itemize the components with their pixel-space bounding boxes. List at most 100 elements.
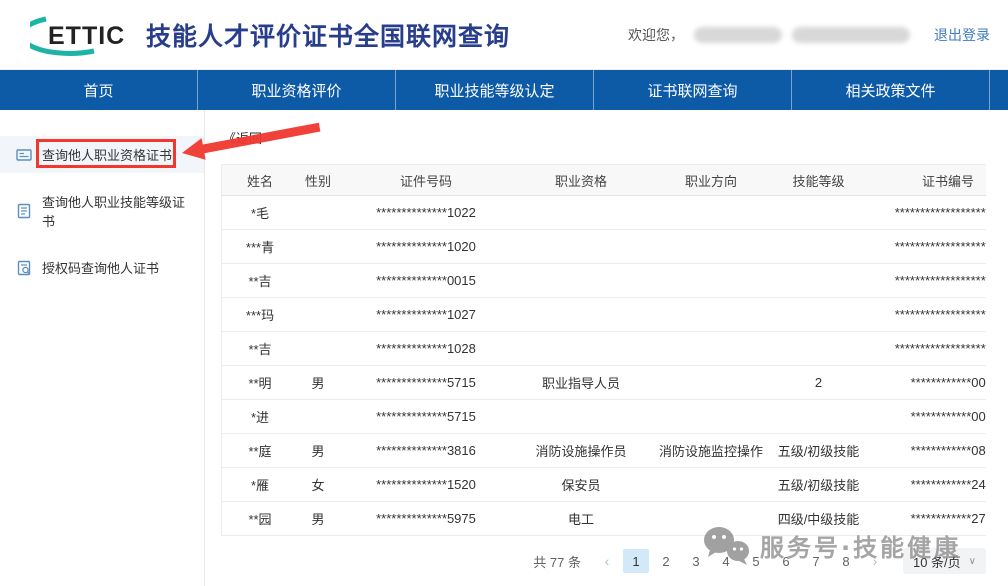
- cell-cert-number: ******************0: [895, 341, 986, 356]
- cell-name: **吉: [230, 271, 290, 290]
- page-button[interactable]: 4: [713, 549, 739, 573]
- table-row: **吉 **************0015 *****************…: [222, 264, 986, 298]
- sidebar-item-label: 查询他人职业资格证书: [42, 145, 172, 164]
- cell-name: *雁: [230, 475, 290, 494]
- cell-id-number: **************5715: [346, 375, 506, 390]
- sidebar-item-label: 查询他人职业技能等级证书: [42, 192, 194, 230]
- page-size-select[interactable]: 10 条/页 ∨: [903, 548, 986, 574]
- cell-name: ***青: [230, 237, 290, 256]
- cell-name: ***玛: [230, 305, 290, 324]
- certificate-doc-icon: [16, 203, 32, 219]
- page-button[interactable]: 5: [743, 549, 769, 573]
- cell-name: *毛: [230, 203, 290, 222]
- cell-gender: 女: [290, 475, 346, 494]
- nav-item[interactable]: 证书联网查询: [594, 70, 792, 110]
- cell-level: 五级/初级技能: [766, 475, 871, 494]
- chevron-down-icon: ∨: [969, 556, 976, 567]
- nav-item[interactable]: 职业资格评价: [198, 70, 396, 110]
- col-header-level: 技能等级: [766, 171, 871, 190]
- cell-qualification: 消防设施操作员: [506, 441, 656, 460]
- cell-name: **吉: [230, 339, 290, 358]
- cell-id-number: **************0015: [346, 273, 506, 288]
- cell-id-number: **************1022: [346, 205, 506, 220]
- pagination: 共 77 条 ‹ 12345678 › 10 条/页 ∨: [221, 548, 986, 574]
- doc-search-icon: [16, 260, 32, 276]
- page-button[interactable]: 6: [773, 549, 799, 573]
- cell-cert-number: ******************0: [895, 239, 986, 254]
- cell-name: **明: [230, 373, 290, 392]
- next-page-icon[interactable]: ›: [863, 549, 887, 573]
- cell-direction: 消防设施监控操作: [656, 441, 766, 460]
- page-body: 查询他人职业资格证书 查询他人职业技能等级证书 授权码查询他人证书 《返回: [0, 110, 1008, 586]
- table-row: **庭 男 **************3816 消防设施操作员 消防设施监控操…: [222, 434, 986, 468]
- cell-id-number: **************1020: [346, 239, 506, 254]
- welcome-prefix: 欢迎您，: [628, 25, 684, 45]
- col-header-name: 姓名: [230, 171, 290, 190]
- main-content: 《返回 姓名 性别 证件号码 职业资格 职业方向 技能等级 证书编号 *毛 **…: [205, 110, 1008, 586]
- cell-id-number: **************5975: [346, 511, 506, 526]
- cell-id-number: **************1027: [346, 307, 506, 322]
- back-link[interactable]: 《返回: [223, 128, 262, 147]
- results-table: 姓名 性别 证件号码 职业资格 职业方向 技能等级 证书编号 *毛 ******…: [221, 164, 986, 536]
- cell-id-number: **************5715: [346, 409, 506, 424]
- cell-cert-number: ************003: [911, 409, 986, 424]
- brand: ETTIC 技能人才评价证书全国联网查询: [30, 13, 510, 57]
- cell-name: **庭: [230, 441, 290, 460]
- prev-page-icon[interactable]: ‹: [595, 549, 619, 573]
- table-row: ***青 **************1020 ****************…: [222, 230, 986, 264]
- cell-id-number: **************1520: [346, 477, 506, 492]
- table-row: *雁 女 **************1520 保安员 五级/初级技能 ****…: [222, 468, 986, 502]
- table-row: **园 男 **************5975 电工 四级/中级技能 ****…: [222, 502, 986, 536]
- page-button[interactable]: 2: [653, 549, 679, 573]
- ettic-logo: ETTIC: [30, 13, 132, 57]
- cell-id-number: **************3816: [346, 443, 506, 458]
- nav-item-label: 首页: [83, 80, 113, 101]
- table-row: **吉 **************1028 *****************…: [222, 332, 986, 366]
- cell-cert-number: ******************0: [895, 205, 986, 220]
- main-nav: 首页 职业资格评价 职业技能等级认定 证书联网查询 相关政策文件: [0, 70, 1008, 110]
- cell-cert-number: ************270: [911, 511, 986, 526]
- page-button[interactable]: 1: [623, 549, 649, 573]
- page-button[interactable]: 7: [803, 549, 829, 573]
- cell-qualification: 电工: [506, 509, 656, 528]
- cell-level: 五级/初级技能: [766, 441, 871, 460]
- sidebar-item-label: 授权码查询他人证书: [42, 258, 159, 277]
- table-header-row: 姓名 性别 证件号码 职业资格 职业方向 技能等级 证书编号: [222, 164, 986, 196]
- page-title: 技能人才评价证书全国联网查询: [146, 17, 510, 53]
- cell-gender: 男: [290, 373, 346, 392]
- sidebar-item-query-skill-level-cert[interactable]: 查询他人职业技能等级证书: [0, 183, 204, 239]
- pagination-total: 共 77 条: [533, 552, 581, 571]
- nav-item[interactable]: 相关政策文件: [792, 70, 990, 110]
- col-header-cert-number: 证书编号: [922, 171, 974, 190]
- page-button[interactable]: 8: [833, 549, 859, 573]
- sidebar-item-query-qualification-cert[interactable]: 查询他人职业资格证书: [0, 136, 204, 173]
- cell-gender: 男: [290, 441, 346, 460]
- certificate-card-icon: [16, 147, 32, 163]
- table-row: *进 **************5715 ************003: [222, 400, 986, 434]
- nav-item[interactable]: 职业技能等级认定: [396, 70, 594, 110]
- col-header-direction: 职业方向: [656, 171, 766, 190]
- table-row: **明 男 **************5715 职业指导人员 2 ******…: [222, 366, 986, 400]
- welcome-area: 欢迎您， 退出登录: [628, 25, 990, 45]
- redacted-username-2: [792, 27, 910, 43]
- col-header-id-number: 证件号码: [346, 171, 506, 190]
- cell-cert-number: ************003: [911, 375, 986, 390]
- page-button[interactable]: 3: [683, 549, 709, 573]
- sidebar: 查询他人职业资格证书 查询他人职业技能等级证书 授权码查询他人证书: [0, 110, 205, 586]
- cell-cert-number: ******************0: [895, 273, 986, 288]
- logo-text: ETTIC: [48, 22, 125, 51]
- col-header-qualification: 职业资格: [506, 171, 656, 190]
- nav-item-label: 职业技能等级认定: [434, 80, 554, 101]
- table-row: ***玛 **************1027 ****************…: [222, 298, 986, 332]
- cell-id-number: **************1028: [346, 341, 506, 356]
- top-header: ETTIC 技能人才评价证书全国联网查询 欢迎您， 退出登录: [0, 0, 1008, 70]
- sidebar-item-authcode-query[interactable]: 授权码查询他人证书: [0, 249, 204, 286]
- redacted-username: [694, 27, 782, 43]
- nav-item-label: 证书联网查询: [647, 80, 737, 101]
- cell-name: **园: [230, 509, 290, 528]
- nav-item[interactable]: 首页: [0, 70, 198, 110]
- logout-link[interactable]: 退出登录: [934, 25, 990, 45]
- col-header-gender: 性别: [290, 171, 346, 190]
- cell-name: *进: [230, 407, 290, 426]
- cell-qualification: 保安员: [506, 475, 656, 494]
